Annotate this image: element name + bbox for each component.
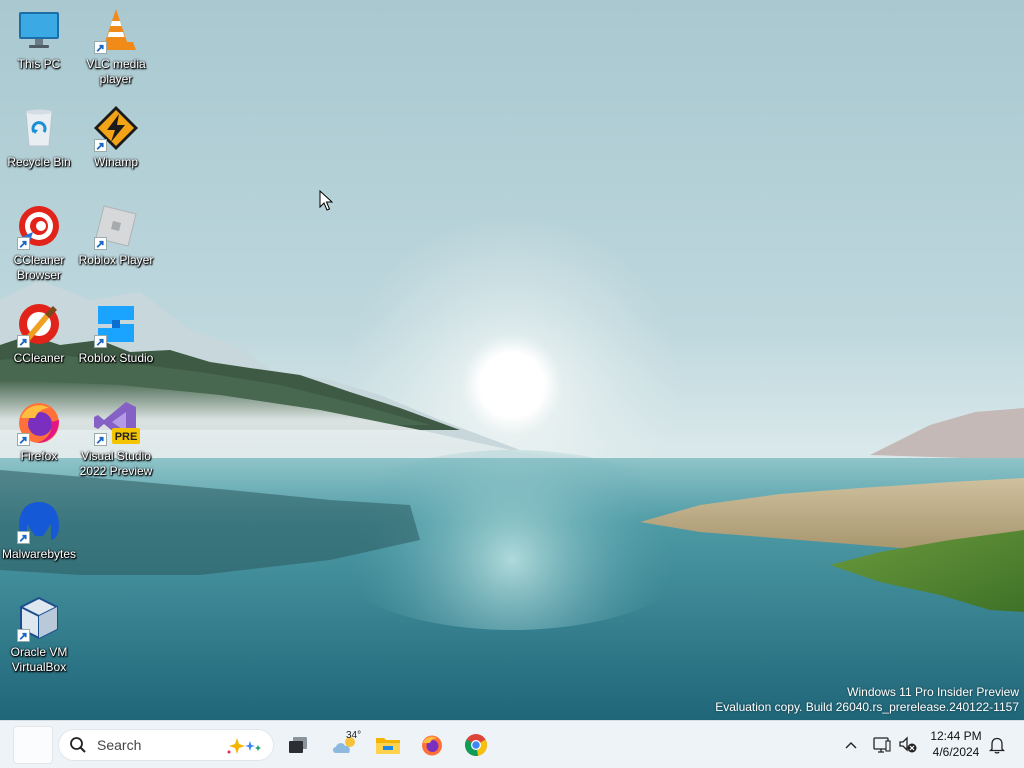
mouse-cursor-icon <box>319 190 333 211</box>
weather-temperature: 34° <box>346 730 362 741</box>
volume-button[interactable] <box>896 733 920 757</box>
recycle-bin-icon <box>25 109 53 147</box>
desktop-icon-label: Malwarebytes <box>1 547 77 561</box>
desktop-icon-visual-studio-preview[interactable]: PRE Visual Studio 2022 Preview <box>78 392 154 484</box>
desktop-icon-roblox-studio[interactable]: Roblox Studio <box>78 294 154 386</box>
taskbar-firefox[interactable] <box>414 727 450 763</box>
watermark-edition: Windows 11 Pro Insider Preview <box>847 685 1019 699</box>
desktop-icon-label: Recycle Bin <box>7 155 71 169</box>
shortcut-arrow-icon <box>94 433 107 446</box>
desktop-icon-label: CCleaner <box>13 351 65 365</box>
desktop-icon-label: Visual Studio 2022 Preview <box>79 449 153 478</box>
desktop-icon-label: Firefox <box>20 449 58 463</box>
desktop-icon-label: Winamp <box>93 155 138 169</box>
desktop-icon-winamp[interactable]: Winamp <box>78 98 154 190</box>
shortcut-arrow-icon <box>17 531 30 544</box>
desktop-icon-label: Roblox Studio <box>78 351 154 365</box>
evaluation-watermark: Windows 11 Pro Insider Preview Evaluatio… <box>715 685 1019 715</box>
show-hidden-icons-button[interactable] <box>839 733 863 757</box>
shortcut-arrow-icon <box>17 629 30 642</box>
desktop-icon-label: This PC <box>17 57 61 71</box>
desktop-icon-malwarebytes[interactable]: Malwarebytes <box>1 490 77 582</box>
preview-badge: PRE <box>115 431 138 443</box>
chevron-up-icon <box>845 742 857 749</box>
desktop-icon-roblox-player[interactable]: Roblox Player <box>78 196 154 288</box>
desktop-icon-label: CCleaner Browser <box>13 253 65 282</box>
desktop-icon-label: Roblox Player <box>78 253 154 267</box>
desktop-icon-recycle-bin[interactable]: Recycle Bin <box>1 98 77 190</box>
volume-muted-icon <box>899 736 917 753</box>
network-icon <box>873 737 891 753</box>
search-input[interactable] <box>95 736 219 754</box>
shortcut-arrow-icon <box>94 335 107 348</box>
taskbar-file-explorer[interactable] <box>370 727 406 763</box>
notifications-button[interactable] <box>985 733 1009 757</box>
monitor-icon <box>19 12 59 48</box>
watermark-build: Evaluation copy. Build 26040.rs_prerelea… <box>715 700 1019 714</box>
shortcut-arrow-icon <box>17 237 30 250</box>
desktop-icon-ccleaner-browser[interactable]: CCleaner Browser <box>1 196 77 288</box>
file-explorer-icon <box>376 738 400 754</box>
desktop-icon-firefox[interactable]: Firefox <box>1 392 77 484</box>
notification-bell-icon <box>989 737 1005 754</box>
shortcut-arrow-icon <box>94 139 107 152</box>
taskbar: 34° <box>0 720 1024 768</box>
desktop-icon-this-pc[interactable]: This PC <box>1 0 77 92</box>
taskbar-search[interactable] <box>58 729 274 761</box>
search-icon <box>70 737 86 753</box>
desktop-icon-label: Oracle VM VirtualBox <box>10 645 68 674</box>
desktop-icon-vlc[interactable]: VLC media player <box>78 0 154 92</box>
desktop-icon-virtualbox[interactable]: Oracle VM VirtualBox <box>1 588 77 680</box>
clock-date: 4/6/2024 <box>932 745 980 759</box>
shortcut-arrow-icon <box>94 41 107 54</box>
shortcut-arrow-icon <box>17 433 30 446</box>
clock-time: 12:44 PM <box>930 729 982 743</box>
network-status-button[interactable] <box>870 733 894 757</box>
taskbar-chrome[interactable] <box>458 727 494 763</box>
desktop-icon-ccleaner[interactable]: CCleaner <box>1 294 77 386</box>
task-view-button[interactable] <box>280 727 316 763</box>
start-button[interactable] <box>13 726 53 764</box>
search-highlight-sparkle-icon <box>227 738 261 754</box>
shortcut-arrow-icon <box>17 335 30 348</box>
task-view-icon <box>289 737 307 753</box>
chrome-icon <box>465 734 487 756</box>
taskbar-clock[interactable]: 12:44 PM 4/6/2024 <box>926 728 986 760</box>
firefox-icon <box>422 735 442 756</box>
shortcut-arrow-icon <box>94 237 107 250</box>
weather-widget-button[interactable]: 34° <box>327 727 363 763</box>
desktop-icon-label: VLC media player <box>86 57 146 86</box>
